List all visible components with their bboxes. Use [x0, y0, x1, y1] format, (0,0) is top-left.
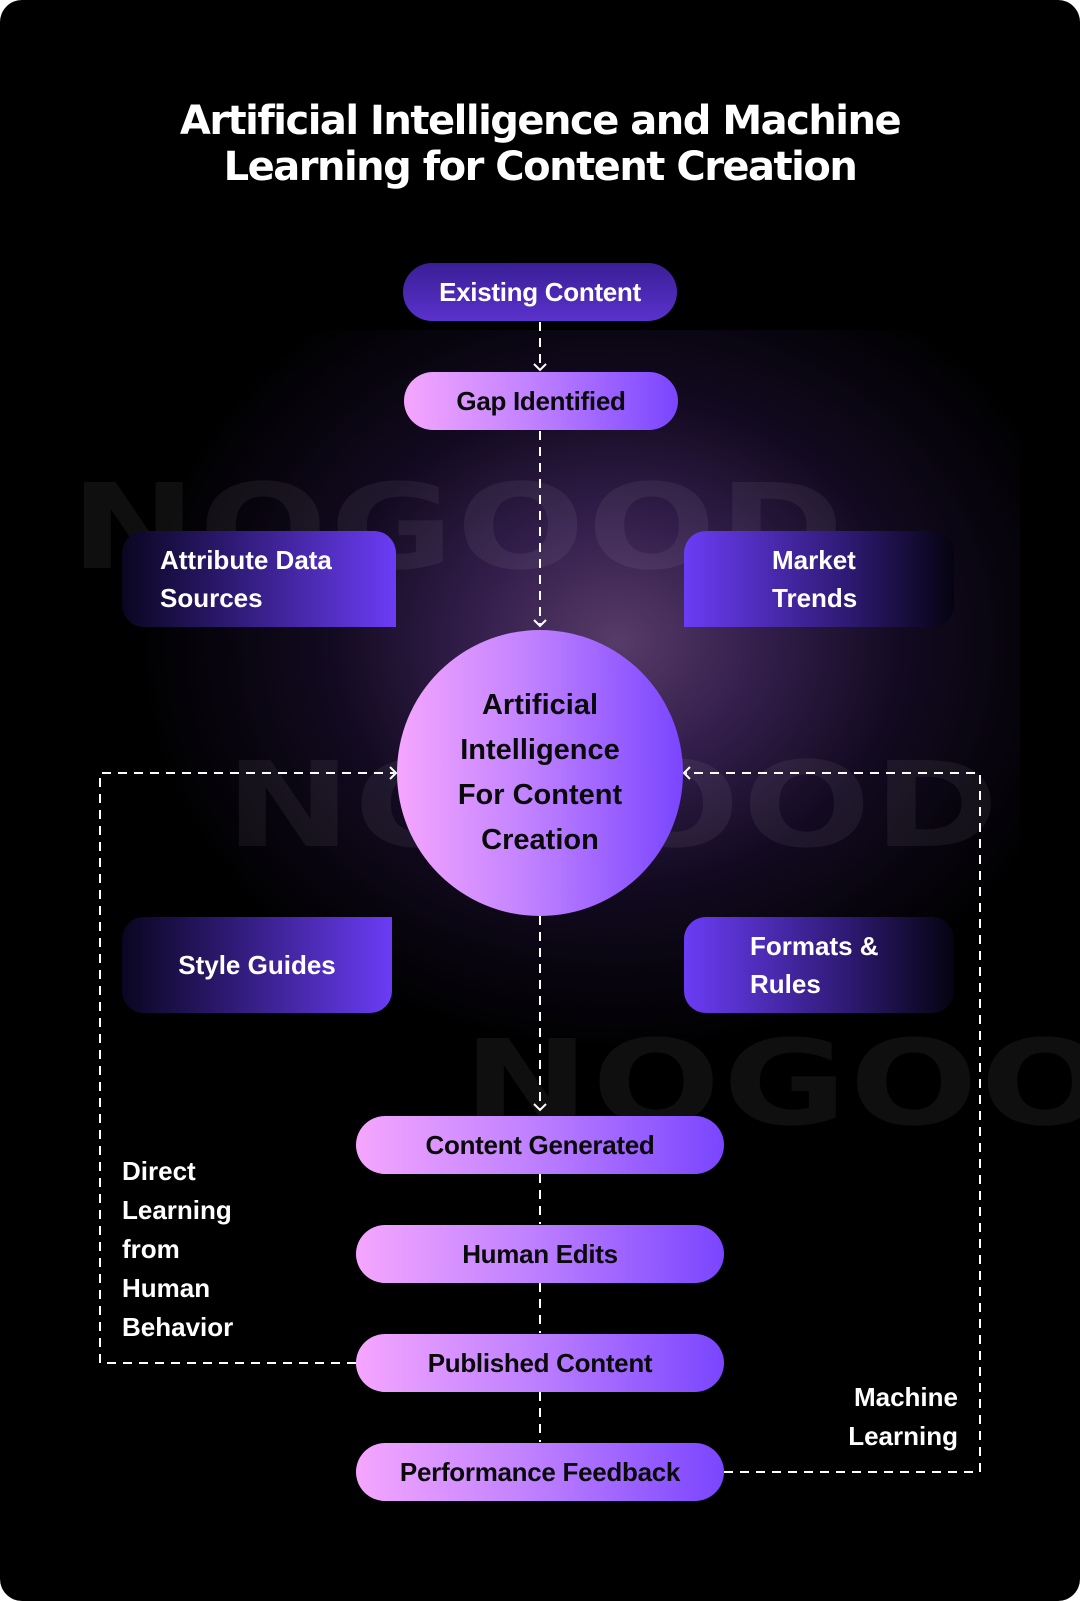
node-published-content: Published Content: [356, 1334, 724, 1392]
label-line: Learning: [848, 1421, 958, 1451]
node-label: Performance Feedback: [399, 1456, 681, 1487]
box-label-line: Market: [772, 545, 856, 575]
circle-label-line: Creation: [481, 824, 599, 856]
label-line: Machine: [853, 1382, 958, 1412]
box-label-line: Rules: [750, 969, 821, 999]
node-label: Content Generated: [425, 1129, 655, 1160]
label-line: from: [122, 1234, 180, 1264]
box-label-line: Trends: [772, 583, 858, 613]
label-machine-learning: Machine Learning: [848, 1378, 958, 1456]
input-style-guides: Style Guides: [122, 917, 392, 1013]
node-content-generated: Content Generated: [356, 1116, 724, 1174]
input-attribute-data-sources: Attribute Data Sources: [122, 531, 396, 627]
loop-machine-learning: [686, 772, 981, 1473]
label-line: Direct: [122, 1156, 196, 1186]
node-human-edits: Human Edits: [356, 1225, 724, 1283]
node-label: Human Edits: [462, 1238, 618, 1269]
box-label-line: Sources: [160, 583, 263, 613]
diagram-canvas: NOGOOD NOGOOD NOGOOD Artificial Intellig…: [0, 0, 1080, 1601]
circle-label-line: Intelligence: [460, 734, 620, 766]
node-label: Published Content: [427, 1347, 653, 1378]
circle-label-line: Artificial: [481, 689, 599, 721]
label-line: Learning: [122, 1195, 232, 1225]
node-performance-feedback: Performance Feedback: [356, 1443, 724, 1501]
box-label-line: Style Guides: [178, 950, 336, 980]
node-label: Existing Content: [439, 276, 641, 307]
box-label-line: Attribute Data: [160, 545, 332, 575]
label-direct-learning: Direct Learning from Human Behavior: [122, 1152, 233, 1347]
label-line: Behavior: [122, 1312, 234, 1342]
arrow-head-generated: [533, 1103, 547, 1112]
box-label-line: Formats &: [750, 931, 879, 961]
node-ai-content-creation: Artificial Intelligence For Content Crea…: [397, 630, 683, 916]
node-existing-content: Existing Content: [403, 263, 677, 321]
label-line: Human: [122, 1273, 211, 1303]
circle-label-line: For Content: [457, 779, 623, 811]
arrow-head-gap: [533, 363, 547, 372]
node-label: Gap Identified: [456, 385, 626, 416]
input-market-trends: Market Trends: [684, 531, 954, 627]
input-formats-rules: Formats & Rules: [684, 917, 954, 1013]
node-gap-identified: Gap Identified: [404, 372, 678, 430]
